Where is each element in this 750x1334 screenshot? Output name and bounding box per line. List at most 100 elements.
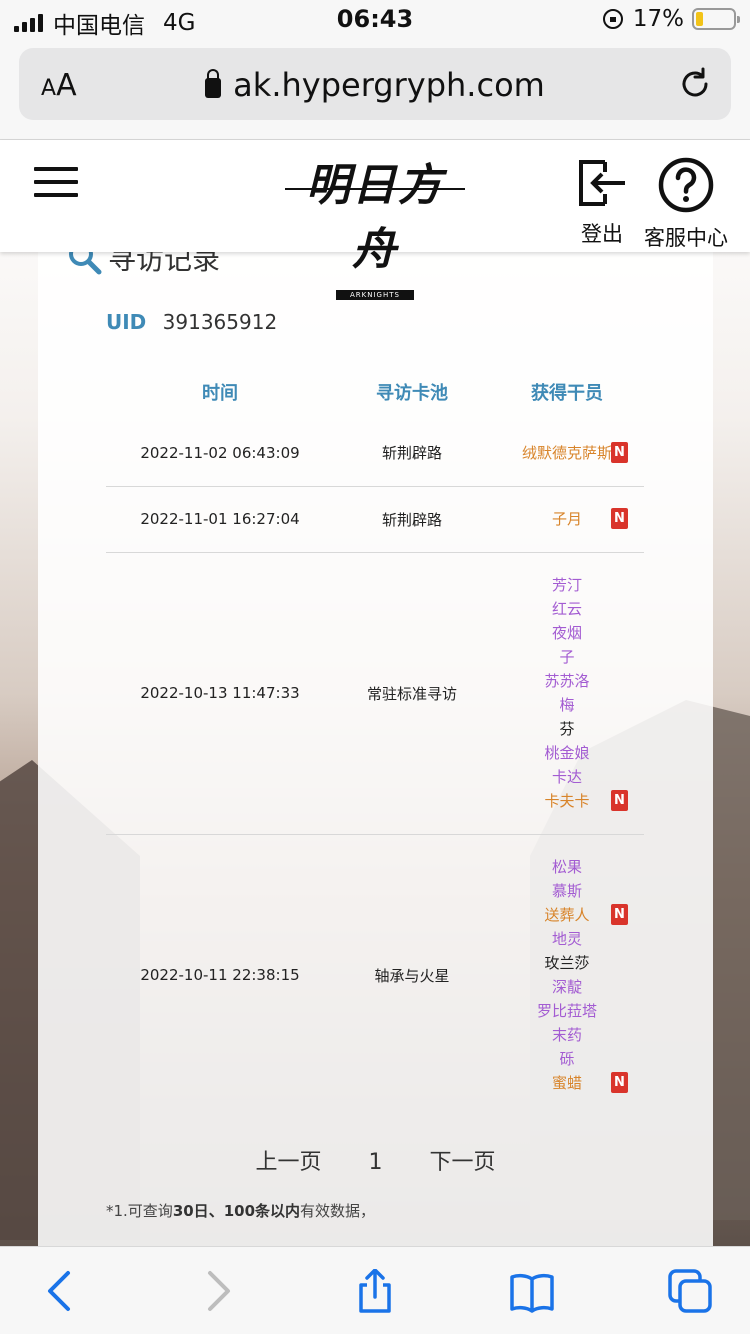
reload-icon[interactable] — [677, 66, 713, 102]
operator-entry: 蜜蜡 N — [490, 1071, 644, 1095]
operator-entry: 绒默德克萨斯 N — [490, 441, 644, 465]
battery-percent: 17% — [632, 6, 684, 32]
operator-entry: 芬 — [490, 717, 644, 741]
table-row: 2022-11-02 06:43:09 斩荆辟路 绒默德克萨斯 N — [106, 420, 644, 487]
operator-name: 砾 — [559, 1050, 575, 1069]
site-header: 明日方舟 ARKNIGHTS 登出 客服中心 — [0, 140, 750, 300]
operator-name: 芳汀 — [551, 576, 582, 594]
operator-entry: 红云 — [490, 597, 644, 621]
operator-entry: 卡夫卡 N — [490, 789, 644, 813]
table-row: 2022-10-13 11:47:33 常驻标准寻访 芳汀 红云 夜烟子苏苏洛梅芬桃金娘… — [106, 552, 644, 835]
operator-name: 末药 — [551, 1026, 582, 1045]
gacha-record-table: 时间 寻访卡池 获得干员 2022-11-02 06:43:09 斩荆辟路 绒默德克… — [106, 364, 644, 1116]
browser-address-area: AA ak.hypergryph.com — [0, 40, 750, 140]
logout-icon — [579, 160, 625, 206]
operator-entry: 松果 — [490, 855, 644, 879]
operator-name: 慕斯 — [551, 882, 582, 901]
address-bar[interactable]: AA ak.hypergryph.com — [19, 48, 731, 120]
customer-service-label: 客服中心 — [644, 226, 728, 250]
note-days: 30日 — [172, 1202, 209, 1220]
note-separator: 、 — [208, 1202, 224, 1220]
prev-page-button[interactable]: 上一页 — [255, 1150, 321, 1175]
gacha-record-card: 寻访记录 UID 391365912 时间 寻访卡池 获得干员 2022-11-… — [38, 190, 713, 1246]
column-header-pool: 寻访卡池 — [376, 383, 448, 404]
column-header-time: 时间 — [202, 383, 238, 404]
operator-name: 桃金娘 — [544, 744, 590, 762]
record-time: 2022-10-11 22:38:15 — [140, 966, 300, 985]
operator-name: 蜜蜡 — [551, 1074, 582, 1093]
menu-icon[interactable] — [34, 167, 78, 199]
operator-entry: 夜烟 — [490, 621, 644, 645]
arknights-logo[interactable]: 明日方舟 ARKNIGHTS — [285, 154, 465, 300]
record-operators: 绒默德克萨斯 N — [490, 420, 644, 487]
note-suffix: 有效数据， — [300, 1202, 376, 1220]
operator-entry: 桃金娘 — [490, 741, 644, 765]
operator-name: 松果 — [551, 858, 582, 877]
new-badge: N — [611, 904, 628, 926]
uid-row: UID 391365912 — [106, 310, 277, 334]
record-time: 2022-11-01 16:27:04 — [106, 486, 334, 553]
forward-icon[interactable] — [196, 1269, 240, 1313]
help-icon — [658, 157, 714, 213]
new-badge: N — [611, 441, 628, 463]
operator-name: 夜烟 — [551, 624, 582, 642]
record-pool: 常驻标准寻访 — [334, 552, 490, 835]
operator-name: 子月 — [551, 510, 582, 528]
back-icon[interactable] — [38, 1269, 82, 1313]
new-badge: N — [611, 508, 628, 529]
table-row: 2022-11-01 16:27:04 斩荆辟路 子月 N — [106, 486, 644, 553]
operator-entry: 深靛 — [490, 975, 644, 999]
record-operators: 松果 慕斯 送葬人 N 地灵 玫兰莎 深靛 罗比菈塔 末药砾蜜蜡 N — [490, 834, 644, 1116]
rotation-lock-icon — [602, 9, 623, 29]
operator-name: 深靛 — [551, 978, 582, 997]
operator-name: 卡达 — [551, 768, 582, 786]
record-time: 2022-10-13 11:47:33 — [106, 552, 334, 835]
operator-name: 绒默德克萨斯 — [521, 443, 612, 462]
record-time: 2022-11-02 06:43:09 — [106, 420, 334, 487]
operator-entry: 玫兰莎 — [490, 951, 644, 975]
operator-entry: 末药 — [490, 1023, 644, 1047]
logo-subtext: ARKNIGHTS — [336, 290, 414, 300]
query-note: *1.可查询30日、100条以内有效数据， — [106, 1200, 375, 1221]
new-badge: N — [611, 1072, 628, 1094]
current-page: 1 — [368, 1150, 383, 1175]
operator-name: 梅 — [559, 696, 575, 714]
operator-entry: 梅 — [490, 693, 644, 717]
operator-name: 子 — [559, 648, 575, 666]
uid-label: UID — [106, 310, 147, 334]
tabs-icon[interactable] — [668, 1269, 712, 1313]
record-pool: 轴承与火星 — [374, 966, 450, 985]
table-row: 2022-10-11 22:38:15 轴承与火星 松果 慕斯 送葬人 N 地灵 玫兰莎 深靛罗… — [106, 834, 644, 1116]
operator-entry: 子 — [490, 645, 644, 669]
record-operators: 子月 N — [490, 486, 644, 553]
logout-button[interactable]: 登出 — [574, 156, 630, 248]
uid-value: 391365912 — [162, 310, 278, 334]
record-pool: 斩荆辟路 — [334, 486, 490, 553]
url-text[interactable]: ak.hypergryph.com — [233, 66, 545, 104]
operator-entry: 苏苏洛 — [490, 669, 644, 693]
logo-text: 明日方舟 — [306, 160, 444, 275]
operator-entry: 送葬人 N — [490, 903, 644, 927]
operator-name: 卡夫卡 — [544, 792, 590, 810]
operator-entry: 慕斯 — [490, 879, 644, 903]
share-icon[interactable] — [353, 1269, 397, 1313]
operator-entry: 子月 N — [490, 507, 644, 531]
operator-name: 玫兰莎 — [544, 954, 590, 973]
customer-service-button[interactable]: 客服中心 — [642, 156, 730, 252]
new-badge: N — [611, 790, 628, 811]
operator-name: 罗比菈塔 — [536, 1002, 597, 1021]
next-page-button[interactable]: 下一页 — [430, 1150, 496, 1175]
battery-icon — [692, 8, 740, 30]
operator-entry: 罗比菈塔 — [490, 999, 644, 1023]
status-bar: 中国电信 4G 06:43 17% — [0, 0, 750, 40]
bookmarks-icon[interactable] — [510, 1269, 554, 1313]
logout-label: 登出 — [581, 222, 623, 246]
operator-entry: 地灵 — [490, 927, 644, 951]
note-prefix: *1.可查询 — [106, 1202, 173, 1220]
lock-icon — [205, 69, 222, 98]
operator-entry: 芳汀 — [490, 573, 644, 597]
browser-toolbar — [0, 1246, 750, 1334]
column-header-operators: 获得干员 — [531, 383, 603, 404]
record-operators: 芳汀红云夜烟子苏苏洛梅芬桃金娘卡达卡夫卡 N — [490, 552, 644, 835]
operator-name: 送葬人 — [544, 906, 590, 925]
